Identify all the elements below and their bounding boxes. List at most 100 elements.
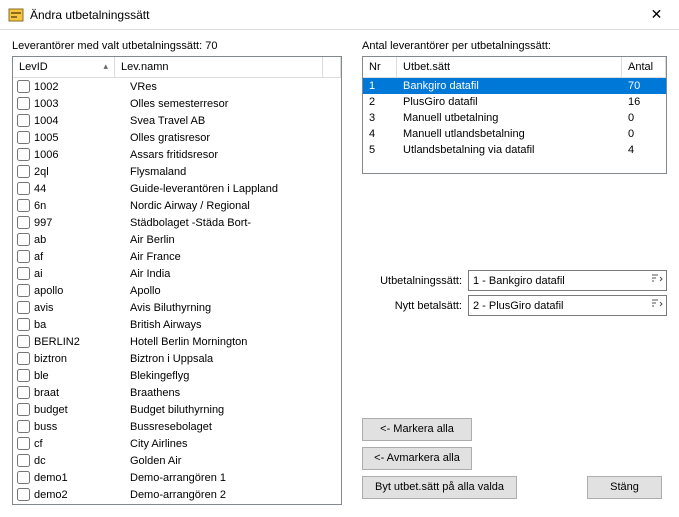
close-dialog-button[interactable]: Stäng xyxy=(587,476,662,499)
cell-levid: af xyxy=(34,251,130,263)
nytt-betalsatt-combo[interactable]: 2 - PlusGiro datafil xyxy=(468,295,667,316)
table-row[interactable]: 6nNordic Airway / Regional xyxy=(13,197,341,214)
cell-levid: ba xyxy=(34,319,130,331)
table-row[interactable]: braatBraathens xyxy=(13,384,341,401)
row-checkbox[interactable] xyxy=(17,488,30,501)
summary-row[interactable]: 2PlusGiro datafil16 xyxy=(363,94,666,110)
row-checkbox[interactable] xyxy=(17,301,30,314)
row-checkbox[interactable] xyxy=(17,352,30,365)
suppliers-list[interactable]: LevID Lev.namn 1002VRes1003Olles semeste… xyxy=(12,56,342,505)
table-row[interactable]: 2qlFlysmaland xyxy=(13,163,341,180)
column-header-antal[interactable]: Antal xyxy=(622,57,666,77)
column-header-spacer xyxy=(323,57,341,77)
summary-row[interactable]: 1Bankgiro datafil70 xyxy=(363,78,666,94)
table-row[interactable]: dcGolden Air xyxy=(13,452,341,469)
row-checkbox[interactable] xyxy=(17,199,30,212)
cell-levnamn: Flysmaland xyxy=(130,166,341,178)
cell-nr: 1 xyxy=(363,80,397,92)
table-row[interactable]: avisAvis Biluthyrning xyxy=(13,299,341,316)
summary-row[interactable]: 3Manuell utbetalning0 xyxy=(363,110,666,126)
row-checkbox[interactable] xyxy=(17,80,30,93)
table-row[interactable]: biztronBiztron i Uppsala xyxy=(13,350,341,367)
cell-levnamn: Blekingeflyg xyxy=(130,370,341,382)
summary-row[interactable]: 4Manuell utlandsbetalning0 xyxy=(363,126,666,142)
close-button[interactable]: ✕ xyxy=(634,0,679,30)
row-checkbox[interactable] xyxy=(17,216,30,229)
column-header-levid[interactable]: LevID xyxy=(13,57,115,77)
row-checkbox[interactable] xyxy=(17,165,30,178)
table-row[interactable]: 1004Svea Travel AB xyxy=(13,112,341,129)
column-header-nr[interactable]: Nr xyxy=(363,57,397,77)
cell-levid: BERLIN2 xyxy=(34,336,130,348)
row-checkbox[interactable] xyxy=(17,318,30,331)
row-checkbox[interactable] xyxy=(17,131,30,144)
table-row[interactable]: 997Städbolaget -Städa Bort- xyxy=(13,214,341,231)
row-checkbox[interactable] xyxy=(17,97,30,110)
row-checkbox[interactable] xyxy=(17,233,30,246)
cell-utbetsatt: Manuell utbetalning xyxy=(397,112,622,124)
table-row[interactable]: bleBlekingeflyg xyxy=(13,367,341,384)
cell-levid: 6n xyxy=(34,200,130,212)
table-row[interactable]: budgetBudget biluthyrning xyxy=(13,401,341,418)
row-checkbox[interactable] xyxy=(17,471,30,484)
utbetalningssatt-combo[interactable]: 1 - Bankgiro datafil xyxy=(468,270,667,291)
table-row[interactable]: BERLIN2Hotell Berlin Mornington xyxy=(13,333,341,350)
row-checkbox[interactable] xyxy=(17,454,30,467)
table-row[interactable]: 44Guide-leverantören i Lappland xyxy=(13,180,341,197)
cell-utbetsatt: Manuell utlandsbetalning xyxy=(397,128,622,140)
row-checkbox[interactable] xyxy=(17,386,30,399)
table-row[interactable]: 1006Assars fritidsresor xyxy=(13,146,341,163)
table-row[interactable]: 1005Olles gratisresor xyxy=(13,129,341,146)
row-checkbox[interactable] xyxy=(17,335,30,348)
dropdown-icon xyxy=(649,298,664,313)
table-row[interactable]: abAir Berlin xyxy=(13,231,341,248)
cell-nr: 2 xyxy=(363,96,397,108)
cell-levid: demo2 xyxy=(34,489,130,501)
table-row[interactable]: demo1Demo-arrangören 1 xyxy=(13,469,341,486)
unmark-all-button[interactable]: <- Avmarkera alla xyxy=(362,447,472,470)
table-row[interactable]: bussBussresebolaget xyxy=(13,418,341,435)
cell-antal: 16 xyxy=(622,96,666,108)
row-checkbox[interactable] xyxy=(17,182,30,195)
summary-header: Nr Utbet.sätt Antal xyxy=(363,57,666,78)
row-checkbox[interactable] xyxy=(17,420,30,433)
table-row[interactable]: baBritish Airways xyxy=(13,316,341,333)
row-checkbox[interactable] xyxy=(17,114,30,127)
summary-row[interactable]: 5Utlandsbetalning via datafil4 xyxy=(363,142,666,158)
table-row[interactable]: apolloApollo xyxy=(13,282,341,299)
table-row[interactable]: cfCity Airlines xyxy=(13,435,341,452)
row-checkbox[interactable] xyxy=(17,148,30,161)
summary-label: Antal leverantörer per utbetalningssätt: xyxy=(362,40,667,52)
cell-antal: 0 xyxy=(622,128,666,140)
row-checkbox[interactable] xyxy=(17,369,30,382)
cell-levid: 1006 xyxy=(34,149,130,161)
cell-levnamn: Braathens xyxy=(130,387,341,399)
row-checkbox[interactable] xyxy=(17,284,30,297)
cell-levnamn: Budget biluthyrning xyxy=(130,404,341,416)
utbetalningssatt-value: 1 - Bankgiro datafil xyxy=(473,275,565,287)
table-row[interactable]: aiAir India xyxy=(13,265,341,282)
table-row[interactable]: afAir France xyxy=(13,248,341,265)
column-header-levnamn[interactable]: Lev.namn xyxy=(115,57,323,77)
cell-levid: ab xyxy=(34,234,130,246)
mark-all-button[interactable]: <- Markera alla xyxy=(362,418,472,441)
summary-list[interactable]: Nr Utbet.sätt Antal 1Bankgiro datafil702… xyxy=(362,56,667,174)
close-icon: ✕ xyxy=(651,6,663,23)
table-row[interactable]: 1002VRes xyxy=(13,78,341,95)
cell-levid: 44 xyxy=(34,183,130,195)
row-checkbox[interactable] xyxy=(17,250,30,263)
cell-levnamn: Apollo xyxy=(130,285,341,297)
row-checkbox[interactable] xyxy=(17,437,30,450)
cell-levid: ai xyxy=(34,268,130,280)
table-row[interactable]: demo2Demo-arrangören 2 xyxy=(13,486,341,503)
cell-levnamn: Assars fritidsresor xyxy=(130,149,341,161)
row-checkbox[interactable] xyxy=(17,403,30,416)
change-all-button[interactable]: Byt utbet.sätt på alla valda xyxy=(362,476,517,499)
cell-levnamn: Air Berlin xyxy=(130,234,341,246)
row-checkbox[interactable] xyxy=(17,267,30,280)
cell-levnamn: Svea Travel AB xyxy=(130,115,341,127)
cell-levid: 2ql xyxy=(34,166,130,178)
cell-levid: 997 xyxy=(34,217,130,229)
column-header-utbetsatt[interactable]: Utbet.sätt xyxy=(397,57,622,77)
table-row[interactable]: 1003Olles semesterresor xyxy=(13,95,341,112)
